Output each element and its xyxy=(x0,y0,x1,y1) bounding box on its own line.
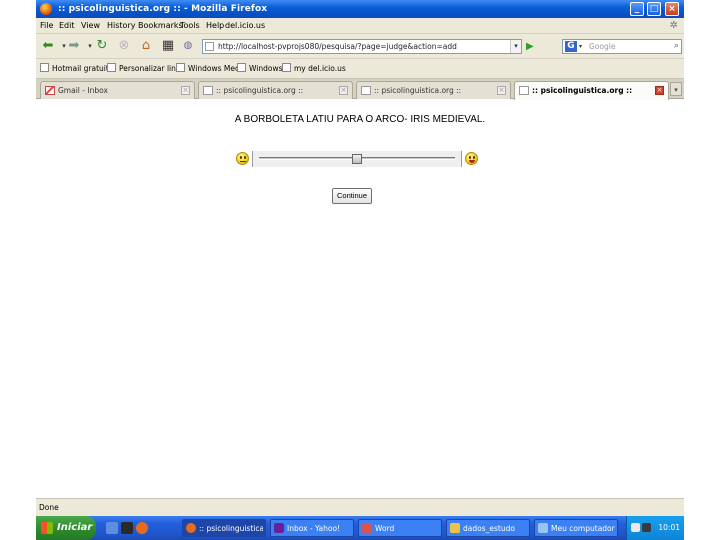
tab-close-icon[interactable]: × xyxy=(181,86,190,95)
folder-icon xyxy=(450,523,460,533)
taskbar-item-folder[interactable]: dados_estudo xyxy=(446,519,530,537)
home-icon[interactable]: ⌂ xyxy=(138,38,154,54)
tab-gmail[interactable]: Gmail - Inbox × xyxy=(40,81,195,99)
tab-psicolinguistica-1[interactable]: :: psicolinguistica.org :: × xyxy=(198,81,353,99)
google-engine-icon[interactable]: G xyxy=(565,41,577,52)
question-text: A BORBOLETA LATIU PARA O ARCO- IRIS MEDI… xyxy=(234,114,486,125)
bookmark-windows[interactable]: Windows xyxy=(237,63,282,75)
tab-strip: Gmail - Inbox × :: psicolinguistica.org … xyxy=(36,79,684,100)
menu-bookmarks[interactable]: Bookmarks xyxy=(138,20,183,32)
bookmark-page-icon xyxy=(237,63,246,72)
start-button[interactable]: Iniciar xyxy=(36,516,96,540)
bookmark-page-icon xyxy=(176,63,185,72)
back-arrow-icon[interactable]: ⬅ xyxy=(40,38,56,54)
menu-bar: File Edit View History Bookmarks Tools H… xyxy=(36,18,684,34)
taskbar-item-word[interactable]: Word xyxy=(358,519,442,537)
continue-button[interactable]: Continue xyxy=(332,188,372,204)
maximize-button[interactable]: □ xyxy=(647,2,661,16)
address-bar[interactable]: http://localhost-pvprojs080/pesquisa/?pa… xyxy=(202,39,522,54)
bookmark-page-icon xyxy=(40,63,49,72)
minimize-button[interactable]: _ xyxy=(630,2,644,16)
bookmarks-toolbar: Hotmail gratuito Personalizar links Wind… xyxy=(36,59,684,79)
happy-face-icon xyxy=(465,152,478,165)
bookmark-my-delicious[interactable]: my del.icio.us xyxy=(282,63,346,75)
slider-thumb[interactable] xyxy=(352,154,362,164)
tray-volume-icon[interactable] xyxy=(642,523,651,532)
search-placeholder[interactable]: Google xyxy=(589,41,615,53)
search-box[interactable]: G ▾ Google ⌕ xyxy=(562,39,682,54)
yahoo-icon xyxy=(274,523,284,533)
engine-dropdown-icon[interactable]: ▾ xyxy=(579,41,582,52)
bookmark-page-icon xyxy=(282,63,291,72)
quicklaunch-desktop-icon[interactable] xyxy=(106,522,118,534)
tray-help-icon[interactable] xyxy=(631,523,640,532)
throbber-icon: ✲ xyxy=(669,20,678,31)
gmail-icon xyxy=(45,86,55,95)
taskbar-item-yahoo[interactable]: Inbox - Yahoo! xyxy=(270,519,354,537)
tab-list-dropdown-icon[interactable]: ▾ xyxy=(670,82,682,96)
stop-icon[interactable]: ⊗ xyxy=(116,38,132,54)
system-tray: 10:01 xyxy=(626,516,684,540)
url-dropdown-icon[interactable]: ▾ xyxy=(510,40,521,53)
tab-view-icon[interactable]: ▦ xyxy=(160,38,176,54)
menu-history[interactable]: History xyxy=(107,20,135,32)
menu-file[interactable]: File xyxy=(40,20,53,32)
tab-psicolinguistica-2[interactable]: :: psicolinguistica.org :: × xyxy=(356,81,511,99)
title-bar[interactable]: :: psicolinguistica.org :: - Mozilla Fir… xyxy=(36,0,684,18)
go-arrow-icon[interactable]: ▶ xyxy=(526,41,534,53)
windows-logo-icon xyxy=(41,522,53,534)
bookmark-windows-media[interactable]: Windows Media xyxy=(176,63,246,75)
quicklaunch-media-icon[interactable] xyxy=(121,522,133,534)
menu-tools[interactable]: Tools xyxy=(180,20,200,32)
firefox-icon xyxy=(186,523,196,533)
tab-close-icon[interactable]: × xyxy=(655,86,664,95)
window-title: :: psicolinguistica.org :: - Mozilla Fir… xyxy=(58,4,268,14)
status-text: Done xyxy=(39,503,59,512)
page-content: A BORBOLETA LATIU PARA O ARCO- IRIS MEDI… xyxy=(36,100,684,498)
bookmark-page-icon xyxy=(107,63,116,72)
url-text[interactable]: http://localhost-pvprojs080/pesquisa/?pa… xyxy=(218,41,457,53)
neutral-face-icon xyxy=(236,152,249,165)
computer-icon xyxy=(538,523,548,533)
page-favicon-icon xyxy=(205,42,214,51)
menu-delicious[interactable]: del.icio.us xyxy=(225,20,265,32)
menu-help[interactable]: Help xyxy=(206,20,224,32)
menu-edit[interactable]: Edit xyxy=(59,20,75,32)
windows-taskbar: Iniciar :: psicolinguistica.o... Inbox -… xyxy=(36,516,684,540)
page-icon xyxy=(203,86,213,95)
page-icon xyxy=(361,86,371,95)
menu-view[interactable]: View xyxy=(81,20,100,32)
tag-icon[interactable]: ◍ xyxy=(180,38,196,54)
quicklaunch-firefox-icon[interactable] xyxy=(136,522,148,534)
tab-psicolinguistica-active[interactable]: :: psicolinguistica.org :: × xyxy=(514,81,669,100)
clock: 10:01 xyxy=(658,523,680,532)
reload-icon[interactable]: ↻ xyxy=(94,38,110,54)
page-icon xyxy=(519,86,529,95)
tab-close-icon[interactable]: × xyxy=(339,86,348,95)
bookmark-hotmail[interactable]: Hotmail gratuito xyxy=(40,63,113,75)
taskbar-item-my-computer[interactable]: Meu computador xyxy=(534,519,618,537)
rating-slider[interactable] xyxy=(252,151,462,167)
document-icon xyxy=(362,523,372,533)
tab-close-icon[interactable]: × xyxy=(497,86,506,95)
close-button[interactable]: × xyxy=(665,2,679,16)
search-magnifier-icon[interactable]: ⌕ xyxy=(674,40,679,53)
firefox-window: :: psicolinguistica.org :: - Mozilla Fir… xyxy=(36,0,684,540)
firefox-logo-icon xyxy=(40,3,52,15)
taskbar-item-firefox[interactable]: :: psicolinguistica.o... xyxy=(182,519,266,537)
forward-arrow-icon[interactable]: ➡ xyxy=(66,38,82,54)
bookmark-personalizar-links[interactable]: Personalizar links xyxy=(107,63,184,75)
status-bar: Done xyxy=(36,498,684,516)
navigation-toolbar: ⬅ ▾ ➡ ▾ ↻ ⊗ ⌂ ▦ ◍ http://localhost-pvpro… xyxy=(36,34,684,59)
